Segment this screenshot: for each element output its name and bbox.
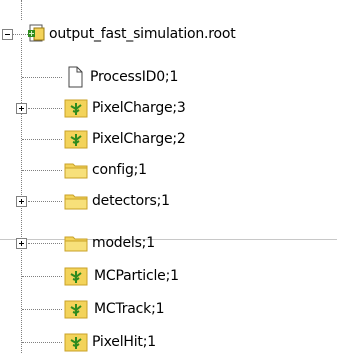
tree-connector-h	[28, 243, 62, 244]
tree-row-root[interactable]: output_fast_simulation.root	[28, 20, 236, 48]
tree-item-label: config;1	[92, 162, 147, 178]
root-file-icon	[28, 22, 46, 46]
expand-toggle[interactable]	[16, 238, 27, 249]
tree-connector-root	[21, 0, 22, 20]
tree-row-mctrack[interactable]: MCTrack;1	[64, 295, 165, 323]
tree-row-mcparticle[interactable]: MCParticle;1	[64, 262, 179, 290]
tree-connector-h	[22, 170, 62, 171]
tree-connector-root-h	[12, 34, 28, 35]
tree-item-label: models;1	[92, 235, 155, 251]
tree-connector-h	[22, 139, 62, 140]
file-tree: output_fast_simulation.root ProcessID0;1…	[0, 0, 337, 361]
tree-item-label: PixelHit;1	[92, 334, 156, 350]
tree-item-label: ProcessID0;1	[90, 69, 179, 85]
tree-row-models[interactable]: models;1	[64, 229, 155, 257]
tree-icon	[64, 331, 88, 353]
expand-toggle[interactable]	[16, 196, 27, 207]
row-separator	[0, 239, 337, 240]
expand-toggle[interactable]	[16, 103, 27, 114]
folder-icon	[64, 233, 88, 253]
tree-item-label: PixelCharge;3	[92, 100, 186, 116]
tree-item-label: detectors;1	[92, 193, 170, 209]
tree-connector-h	[22, 342, 62, 343]
tree-item-label: MCParticle;1	[94, 268, 179, 284]
tree-row-detectors[interactable]: detectors;1	[64, 187, 170, 215]
tree-connector-h	[22, 309, 62, 310]
tree-connector-h	[28, 201, 62, 202]
folder-icon	[64, 191, 88, 211]
tree-icon	[64, 298, 88, 320]
tree-item-label: MCTrack;1	[94, 301, 165, 317]
tree-row-pixelcharge-2[interactable]: PixelCharge;2	[64, 125, 186, 153]
tree-row-pixelcharge-3[interactable]: PixelCharge;3	[64, 94, 186, 122]
document-icon	[66, 65, 84, 89]
tree-connector-h	[22, 276, 62, 277]
tree-connector-h	[22, 77, 62, 78]
tree-icon	[64, 265, 88, 287]
tree-item-label: PixelCharge;2	[92, 131, 186, 147]
tree-icon	[64, 97, 88, 119]
root-file-label: output_fast_simulation.root	[49, 26, 236, 42]
tree-icon	[64, 128, 88, 150]
tree-row-config[interactable]: config;1	[64, 156, 147, 184]
tree-row-pixelhit[interactable]: PixelHit;1	[64, 328, 156, 356]
tree-row-processid[interactable]: ProcessID0;1	[66, 63, 178, 91]
folder-icon	[64, 160, 88, 180]
tree-connector-h	[28, 108, 62, 109]
root-collapse-toggle[interactable]	[2, 29, 13, 40]
